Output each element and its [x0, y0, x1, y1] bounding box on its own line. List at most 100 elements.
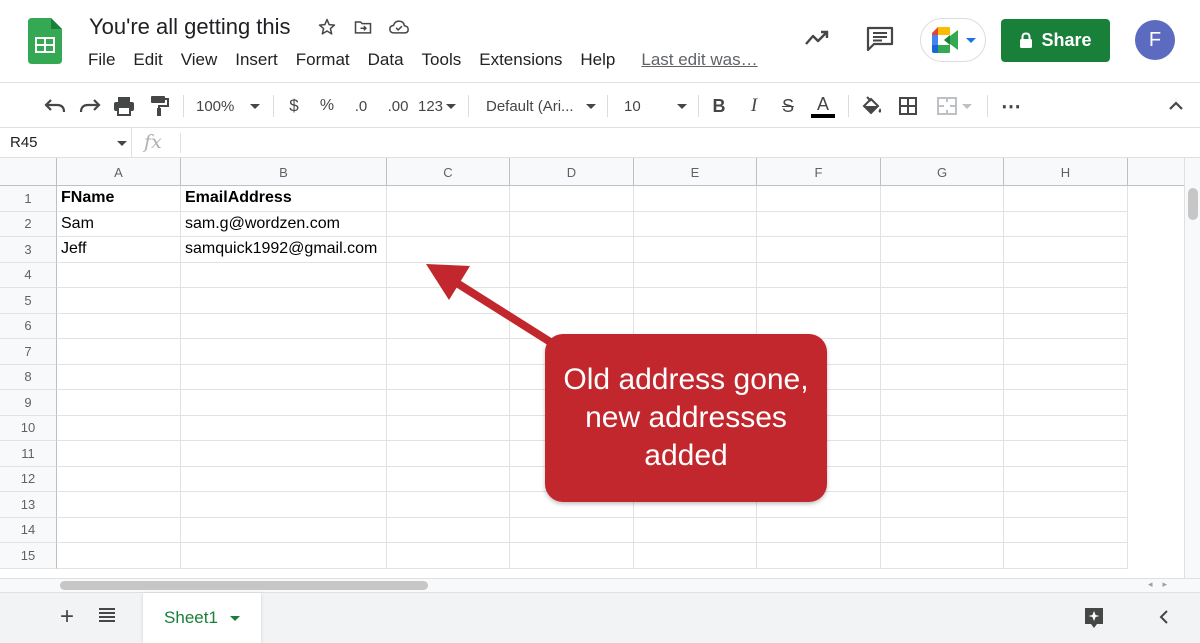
column-header-f[interactable]: F	[757, 158, 881, 186]
cell-c14[interactable]	[387, 517, 510, 543]
all-sheets-icon[interactable]	[98, 607, 116, 623]
cell-h1[interactable]	[1004, 186, 1128, 212]
cell-h11[interactable]	[1004, 441, 1128, 467]
bold-button[interactable]: B	[708, 93, 730, 119]
cell-a4[interactable]	[57, 262, 181, 288]
cell-e1[interactable]	[634, 186, 757, 212]
cell-b7[interactable]	[181, 339, 387, 365]
row-header[interactable]: 5	[0, 288, 57, 314]
star-icon[interactable]	[316, 16, 338, 38]
column-header-d[interactable]: D	[510, 158, 634, 186]
cell-g2[interactable]	[881, 211, 1004, 237]
cell-a1[interactable]: FName	[57, 186, 181, 212]
zoom-select[interactable]: 100%	[196, 93, 266, 119]
cell-d2[interactable]	[510, 211, 634, 237]
cell-b9[interactable]	[181, 390, 387, 416]
currency-format-button[interactable]: $	[283, 93, 305, 119]
cell-c7[interactable]	[387, 339, 510, 365]
column-header-g[interactable]: G	[881, 158, 1004, 186]
cell-h14[interactable]	[1004, 517, 1128, 543]
cell-b2[interactable]: sam.g@wordzen.com	[181, 211, 387, 237]
cell-d15[interactable]	[510, 543, 634, 569]
cell-c8[interactable]	[387, 364, 510, 390]
text-color-button[interactable]: A	[810, 93, 836, 119]
strikethrough-button[interactable]: S	[777, 93, 799, 119]
cell-a9[interactable]	[57, 390, 181, 416]
cell-b10[interactable]	[181, 415, 387, 441]
column-header-c[interactable]: C	[387, 158, 510, 186]
column-header-e[interactable]: E	[634, 158, 757, 186]
row-header[interactable]: 2	[0, 211, 57, 237]
font-size-select[interactable]: 10	[624, 93, 688, 119]
cell-g6[interactable]	[881, 313, 1004, 339]
cell-g8[interactable]	[881, 364, 1004, 390]
column-header-h[interactable]: H	[1004, 158, 1128, 186]
cell-c2[interactable]	[387, 211, 510, 237]
row-header[interactable]: 6	[0, 313, 57, 339]
menu-view[interactable]: View	[181, 50, 218, 70]
cell-g7[interactable]	[881, 339, 1004, 365]
cell-g12[interactable]	[881, 466, 1004, 492]
more-formats-button[interactable]: 123	[416, 93, 458, 119]
print-icon[interactable]	[111, 93, 137, 119]
cell-b3[interactable]: samquick1992@gmail.com	[181, 237, 387, 263]
menu-insert[interactable]: Insert	[235, 50, 278, 70]
cell-c12[interactable]	[387, 466, 510, 492]
decrease-decimal-button[interactable]: .0	[348, 93, 374, 119]
cell-b6[interactable]	[181, 313, 387, 339]
cell-c15[interactable]	[387, 543, 510, 569]
row-header[interactable]: 11	[0, 441, 57, 467]
cell-a6[interactable]	[57, 313, 181, 339]
cell-g5[interactable]	[881, 288, 1004, 314]
cell-c1[interactable]	[387, 186, 510, 212]
menu-extensions[interactable]: Extensions	[479, 50, 562, 70]
row-header[interactable]: 14	[0, 517, 57, 543]
menu-tools[interactable]: Tools	[422, 50, 462, 70]
column-header-b[interactable]: B	[181, 158, 387, 186]
collapse-toolbar-icon[interactable]	[1165, 93, 1187, 119]
cell-b5[interactable]	[181, 288, 387, 314]
row-header[interactable]: 1	[0, 186, 57, 212]
redo-icon[interactable]	[77, 93, 103, 119]
select-all-corner[interactable]	[0, 158, 57, 186]
cell-h9[interactable]	[1004, 390, 1128, 416]
cell-a8[interactable]	[57, 364, 181, 390]
row-header[interactable]: 9	[0, 390, 57, 416]
menu-file[interactable]: File	[88, 50, 115, 70]
cell-c13[interactable]	[387, 492, 510, 518]
cell-a10[interactable]	[57, 415, 181, 441]
cell-c9[interactable]	[387, 390, 510, 416]
cell-b8[interactable]	[181, 364, 387, 390]
more-options-button[interactable]: ⋯	[1000, 93, 1022, 119]
cell-h10[interactable]	[1004, 415, 1128, 441]
cell-h13[interactable]	[1004, 492, 1128, 518]
sheets-logo-icon[interactable]	[28, 18, 62, 64]
cell-e2[interactable]	[634, 211, 757, 237]
cell-e15[interactable]	[634, 543, 757, 569]
cell-c11[interactable]	[387, 441, 510, 467]
undo-icon[interactable]	[42, 93, 68, 119]
name-box[interactable]: R45	[0, 128, 132, 158]
cell-h6[interactable]	[1004, 313, 1128, 339]
chevron-left-icon[interactable]	[1158, 609, 1170, 625]
vertical-scroll-thumb[interactable]	[1188, 188, 1198, 220]
chevron-down-icon[interactable]	[229, 615, 240, 621]
cell-f2[interactable]	[757, 211, 881, 237]
cell-d3[interactable]	[510, 237, 634, 263]
cell-e14[interactable]	[634, 517, 757, 543]
cloud-saved-icon[interactable]	[388, 16, 410, 38]
cell-e4[interactable]	[634, 262, 757, 288]
last-edit-link[interactable]: Last edit was…	[641, 50, 757, 70]
cell-d5[interactable]	[510, 288, 634, 314]
cell-f3[interactable]	[757, 237, 881, 263]
cell-a12[interactable]	[57, 466, 181, 492]
row-header[interactable]: 10	[0, 415, 57, 441]
cell-h8[interactable]	[1004, 364, 1128, 390]
cell-g9[interactable]	[881, 390, 1004, 416]
share-button[interactable]: Share	[1001, 19, 1110, 62]
row-header[interactable]: 13	[0, 492, 57, 518]
row-header[interactable]: 12	[0, 466, 57, 492]
cell-d1[interactable]	[510, 186, 634, 212]
cell-g10[interactable]	[881, 415, 1004, 441]
cell-c6[interactable]	[387, 313, 510, 339]
